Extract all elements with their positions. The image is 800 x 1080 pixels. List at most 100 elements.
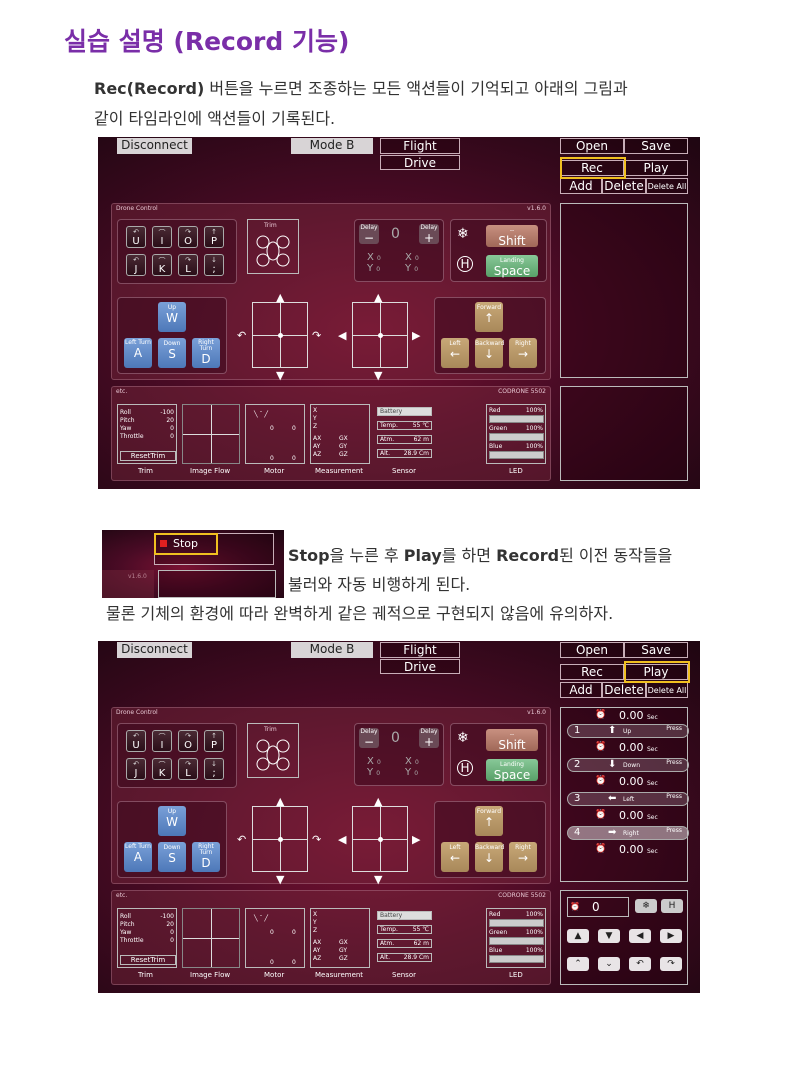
ascend-icon[interactable]: ⌃	[567, 957, 589, 971]
key-p[interactable]: ↑ P	[204, 730, 224, 752]
delete-all-button[interactable]: Delete All	[646, 178, 688, 194]
timeline-row-1[interactable]: 1 ⬆ Up Press	[567, 724, 689, 738]
key-o[interactable]: ↷ O	[178, 730, 198, 752]
d-button[interactable]: Right Turn D	[192, 338, 220, 368]
disconnect-button[interactable]: Disconnect	[117, 642, 192, 658]
rec-button[interactable]: Rec	[560, 664, 624, 680]
measurement-box: XYZ AX AY AZ GX GY GZ	[310, 908, 370, 968]
delay-plus-button[interactable]: Delay +	[419, 224, 439, 245]
helipad-icon[interactable]: H	[661, 899, 683, 913]
reset-trim-button[interactable]: ResetTrim	[120, 451, 176, 461]
d-button[interactable]: Right Turn D	[192, 842, 220, 872]
play-button[interactable]: Play	[624, 160, 688, 176]
w-button[interactable]: Up W	[158, 806, 186, 836]
key-j[interactable]: ↶ J	[126, 758, 146, 780]
left-button[interactable]: Left ←	[441, 338, 469, 368]
key-p[interactable]: ↑ P	[204, 226, 224, 248]
shift-button[interactable]: -- Shift	[486, 225, 538, 248]
led-blue-slider[interactable]	[489, 451, 544, 459]
forward-button[interactable]: Forward ↑	[475, 806, 503, 836]
drive-button[interactable]: Drive	[380, 659, 460, 674]
delete-all-button[interactable]: Delete All	[646, 682, 688, 698]
key-u[interactable]: ↶ U	[126, 730, 146, 752]
delay-minus-button[interactable]: Delay −	[359, 224, 379, 245]
a-button[interactable]: Left Turn A	[124, 338, 152, 368]
rotate-left-icon[interactable]: ↶	[629, 957, 651, 971]
flight-button[interactable]: Flight	[380, 138, 460, 154]
player-delay-field[interactable]: ⏰ 0	[567, 897, 629, 917]
rotate-right-icon[interactable]: ↷	[660, 957, 682, 971]
s-button[interactable]: Down S	[158, 338, 186, 368]
right-button[interactable]: Right →	[509, 842, 537, 872]
drive-button[interactable]: Drive	[380, 155, 460, 170]
right-stick[interactable]	[352, 806, 408, 872]
key-i[interactable]: ⌒ I	[152, 226, 172, 248]
delete-button[interactable]: Delete	[602, 178, 646, 194]
led-red-slider[interactable]	[489, 919, 544, 927]
led-blue-slider[interactable]	[489, 955, 544, 963]
timeline-row-3[interactable]: 3 ⬅ Left Press	[567, 792, 689, 806]
a-button[interactable]: Left Turn A	[124, 842, 152, 872]
backward-button[interactable]: Backward ↓	[475, 842, 504, 872]
descend-icon[interactable]: ⌄	[598, 957, 620, 971]
right-button[interactable]: Right →	[509, 338, 537, 368]
led-red-label: Red	[489, 911, 501, 918]
arrow-left-icon[interactable]: ◀	[629, 929, 651, 943]
save-button[interactable]: Save	[624, 642, 688, 658]
snowflake-icon[interactable]: ❄	[635, 899, 657, 913]
motor-icon: ╲ ¯ ╱	[254, 411, 269, 418]
led-green-slider[interactable]	[489, 433, 544, 441]
reset-trim-button[interactable]: ResetTrim	[120, 955, 176, 965]
left-stick[interactable]	[252, 302, 308, 368]
helipad-icon[interactable]: H	[457, 760, 473, 776]
timeline-row-4[interactable]: 4 ➡ Right Press	[567, 826, 689, 840]
key-l[interactable]: ↷ L	[178, 758, 198, 780]
flight-button[interactable]: Flight	[380, 642, 460, 658]
disconnect-button[interactable]: Disconnect	[117, 138, 192, 154]
open-button[interactable]: Open	[560, 138, 624, 154]
key-k[interactable]: ⌒ K	[152, 254, 172, 276]
space-button[interactable]: Landing Space	[486, 759, 538, 782]
backward-button[interactable]: Backward ↓	[475, 338, 504, 368]
key-i[interactable]: ⌒ I	[152, 730, 172, 752]
arrow-right-icon[interactable]: ▶	[660, 929, 682, 943]
shift-button[interactable]: -- Shift	[486, 729, 538, 752]
key-semicolon[interactable]: ↓;	[204, 758, 224, 780]
key-k[interactable]: ⌒ K	[152, 758, 172, 780]
delay-plus-button[interactable]: Delay +	[419, 728, 439, 749]
battery-bar: Battery	[377, 407, 432, 416]
open-button[interactable]: Open	[560, 642, 624, 658]
roll-value: -100	[160, 913, 174, 920]
right-stick[interactable]	[352, 302, 408, 368]
forward-button[interactable]: Forward ↑	[475, 302, 503, 332]
snowflake-icon[interactable]: ❄	[457, 730, 469, 746]
snowflake-icon[interactable]: ❄	[457, 226, 469, 242]
key-j[interactable]: ↶ J	[126, 254, 146, 276]
delete-button[interactable]: Delete	[602, 682, 646, 698]
key-pad: ↶ U ⌒ I ↷ O ↑ P ↶ J ⌒ K ↷ L ↓;	[117, 723, 237, 788]
mode-button[interactable]: Mode B	[291, 138, 373, 154]
forward-icon: ▲	[374, 795, 383, 808]
key-u[interactable]: ↶ U	[126, 226, 146, 248]
key-l[interactable]: ↷ L	[178, 254, 198, 276]
arrow-down-icon[interactable]: ▼	[598, 929, 620, 943]
stop-button[interactable]: Stop	[154, 533, 218, 555]
key-semicolon[interactable]: ↓;	[204, 254, 224, 276]
led-green-slider[interactable]	[489, 937, 544, 945]
arrow-up-icon[interactable]: ▲	[567, 929, 589, 943]
mode-button[interactable]: Mode B	[291, 642, 373, 658]
save-button[interactable]: Save	[624, 138, 688, 154]
led-red-slider[interactable]	[489, 415, 544, 423]
add-button[interactable]: Add	[560, 178, 602, 194]
helipad-icon[interactable]: H	[457, 256, 473, 272]
delay-minus-button[interactable]: Delay −	[359, 728, 379, 749]
timeline-row-2[interactable]: 2 ⬇ Down Press	[567, 758, 689, 772]
left-button[interactable]: Left ←	[441, 842, 469, 872]
w-button[interactable]: Up W	[158, 302, 186, 332]
right-icon: ▶	[412, 833, 421, 846]
space-button[interactable]: Landing Space	[486, 255, 538, 278]
key-o[interactable]: ↷ O	[178, 226, 198, 248]
s-button[interactable]: Down S	[158, 842, 186, 872]
left-stick[interactable]	[252, 806, 308, 872]
add-button[interactable]: Add	[560, 682, 602, 698]
